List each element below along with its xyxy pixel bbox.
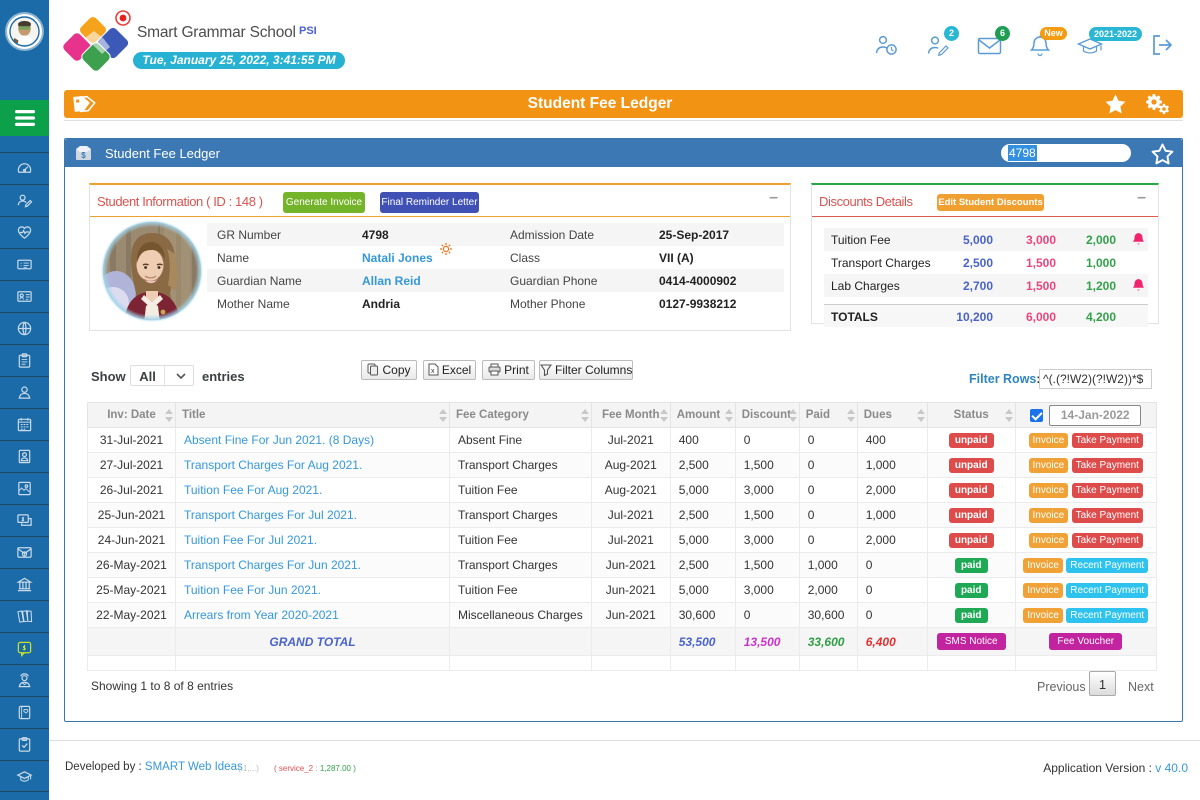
svg-text:x: x: [431, 368, 435, 375]
svg-text:$: $: [81, 151, 86, 160]
